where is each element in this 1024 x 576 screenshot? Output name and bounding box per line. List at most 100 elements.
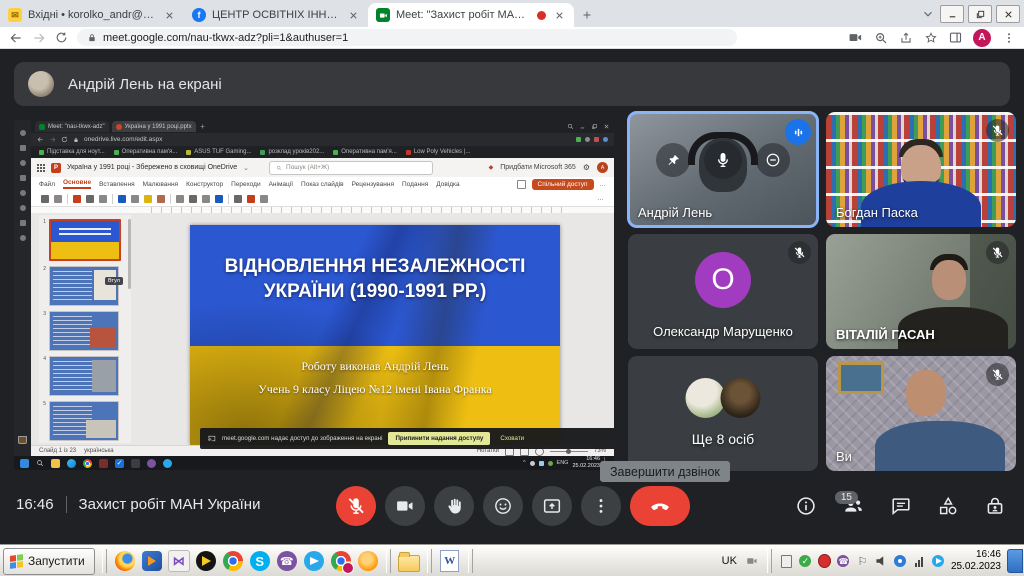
sidebar-icon[interactable] xyxy=(20,160,26,166)
tile-more-people[interactable]: Ще 8 осіб xyxy=(628,356,818,471)
bookmark-item[interactable]: Оперативна пам'я... xyxy=(114,149,178,155)
paste-icon[interactable] xyxy=(54,195,62,203)
slide-thumbnail[interactable] xyxy=(49,311,119,351)
viber-tray-icon[interactable]: ☎ xyxy=(837,555,850,568)
language-indicator[interactable]: українська xyxy=(84,448,114,454)
inner-language-indicator[interactable]: ENG xyxy=(557,460,569,466)
reactions-button[interactable] xyxy=(483,486,523,526)
ribbon-tab-home[interactable]: Основне xyxy=(63,179,91,189)
mute-button[interactable] xyxy=(704,141,742,179)
edge-icon[interactable] xyxy=(67,459,76,468)
firefox-icon[interactable] xyxy=(114,550,136,572)
ribbon-tab-design[interactable]: Конструктор xyxy=(186,181,223,188)
toolbar-more-icon[interactable]: … xyxy=(597,195,604,202)
maximize-icon[interactable] xyxy=(591,123,598,130)
extension-icon[interactable] xyxy=(585,137,590,142)
close-window-button[interactable] xyxy=(996,5,1020,23)
keyboard-icon[interactable] xyxy=(746,555,759,568)
slide-thumb-2[interactable]: 2 xyxy=(41,266,129,306)
toolbar-icon[interactable] xyxy=(215,195,223,203)
antivirus-tray-icon[interactable]: ✓ xyxy=(799,555,812,568)
minimize-button[interactable] xyxy=(940,5,964,23)
close-icon[interactable] xyxy=(346,8,360,22)
extension-icon[interactable] xyxy=(576,137,581,142)
inner-url-text[interactable]: onedrive.live.com/edit.aspx xyxy=(84,136,162,143)
tab-facebook[interactable]: f ЦЕНТР ОСВІТНІХ ІННОВАЦІЙ | Ф xyxy=(184,3,368,27)
camera-toggle-button[interactable] xyxy=(385,486,425,526)
slide-thumbnail[interactable] xyxy=(49,266,119,306)
back-icon[interactable] xyxy=(37,136,44,143)
shared-screen[interactable]: Meet: "nau-tkwx-adz" Україна у 1991 році… xyxy=(14,120,614,470)
search-icon[interactable] xyxy=(567,123,574,130)
flag-tray-icon[interactable]: ⚐ xyxy=(856,555,869,568)
tray-icon[interactable] xyxy=(539,461,544,466)
slide-thumbnail-panel[interactable]: 1 2 3 4 5 xyxy=(39,215,131,443)
sidebar-icon[interactable] xyxy=(20,205,26,211)
profile-icon[interactable] xyxy=(603,137,608,142)
skype-icon[interactable]: S xyxy=(249,550,271,572)
toolbar-icon[interactable] xyxy=(99,195,107,203)
powerpoint-logo-icon[interactable]: P xyxy=(51,163,61,173)
start-icon[interactable] xyxy=(20,459,29,468)
more-options-button[interactable] xyxy=(581,486,621,526)
ribbon-tab-insert[interactable]: Вставлення xyxy=(99,181,135,188)
menu-dots-icon[interactable] xyxy=(1001,30,1016,45)
app-launcher-icon[interactable] xyxy=(37,164,45,172)
bookmark-item[interactable]: Підставка для ноут... xyxy=(39,149,105,155)
minimize-icon[interactable] xyxy=(579,123,586,130)
thumbnail-scrollbar[interactable] xyxy=(128,219,131,289)
telegram-icon[interactable] xyxy=(303,550,325,572)
caret-icon[interactable]: ⌄ xyxy=(243,164,249,172)
mic-toggle-button[interactable] xyxy=(336,486,376,526)
toolbar-icon[interactable] xyxy=(131,195,139,203)
side-panel-icon[interactable] xyxy=(948,30,963,45)
close-icon[interactable] xyxy=(162,8,176,22)
bookmark-item[interactable]: Оперативна пам'я... xyxy=(333,149,397,155)
clipboard-tray-icon[interactable] xyxy=(780,555,793,568)
file-explorer-icon[interactable] xyxy=(398,550,420,572)
chat-button[interactable] xyxy=(890,495,912,517)
account-avatar[interactable]: А xyxy=(597,162,608,173)
chevron-down-icon[interactable] xyxy=(920,6,936,22)
explorer-icon[interactable] xyxy=(51,459,60,468)
tile-you[interactable]: Ви xyxy=(826,356,1016,471)
forward-icon[interactable] xyxy=(49,136,56,143)
tab-meet-active[interactable]: Meet: "Захист робіт МАН Ук xyxy=(368,3,574,27)
app-orange-icon[interactable] xyxy=(357,550,379,572)
chrome-profile-icon[interactable] xyxy=(330,550,352,572)
toolbar-icon[interactable] xyxy=(234,195,242,203)
tab-mail[interactable]: ✉ Вхідні • korolko_andr@ukr.net xyxy=(0,3,184,27)
sidebar-icon[interactable] xyxy=(20,175,26,181)
sidebar-icon[interactable] xyxy=(20,235,26,241)
zoom-slider[interactable] xyxy=(550,451,588,452)
buy-microsoft-365-link[interactable]: Придбати Microsoft 365 xyxy=(500,164,576,171)
sidebar-icon[interactable] xyxy=(20,190,26,196)
slide-thumb-4[interactable]: 4 xyxy=(41,356,129,396)
red-tray-icon[interactable] xyxy=(818,555,831,568)
document-title[interactable]: Україна у 1991 році - Збережено в сховищ… xyxy=(67,164,237,171)
viber-icon[interactable] xyxy=(147,459,156,468)
bookmark-star-icon[interactable] xyxy=(923,30,938,45)
app-icon[interactable] xyxy=(131,459,140,468)
slide-thumb-3[interactable]: 3 xyxy=(41,311,129,351)
reload-icon[interactable] xyxy=(54,30,69,45)
network-tray-icon[interactable] xyxy=(913,555,926,568)
inner-tab-pptx[interactable]: Україна у 1991 році.pptx xyxy=(112,121,196,132)
raise-hand-button[interactable] xyxy=(434,486,474,526)
end-call-button[interactable] xyxy=(630,486,690,526)
coffee-cup-icon[interactable] xyxy=(18,436,27,444)
toolbar-icon[interactable] xyxy=(247,195,255,203)
close-icon[interactable] xyxy=(603,123,610,130)
ribbon-tab-review[interactable]: Рецензування xyxy=(352,181,394,188)
restore-button[interactable] xyxy=(968,5,992,23)
share-icon[interactable] xyxy=(898,30,913,45)
ribbon-tab-view[interactable]: Подання xyxy=(402,181,428,188)
chrome-icon[interactable] xyxy=(222,550,244,572)
comments-icon[interactable] xyxy=(517,180,526,189)
forward-icon[interactable] xyxy=(31,30,46,45)
activities-button[interactable] xyxy=(937,495,959,517)
more-icon[interactable]: … xyxy=(600,181,607,188)
ppt-search-box[interactable]: Пошук (Alt+Ж) xyxy=(269,161,433,175)
inner-clock[interactable]: 16:46 25.02.2023 xyxy=(572,456,600,469)
bookmark-item[interactable]: ASUS TUF Gaming... xyxy=(186,149,251,155)
